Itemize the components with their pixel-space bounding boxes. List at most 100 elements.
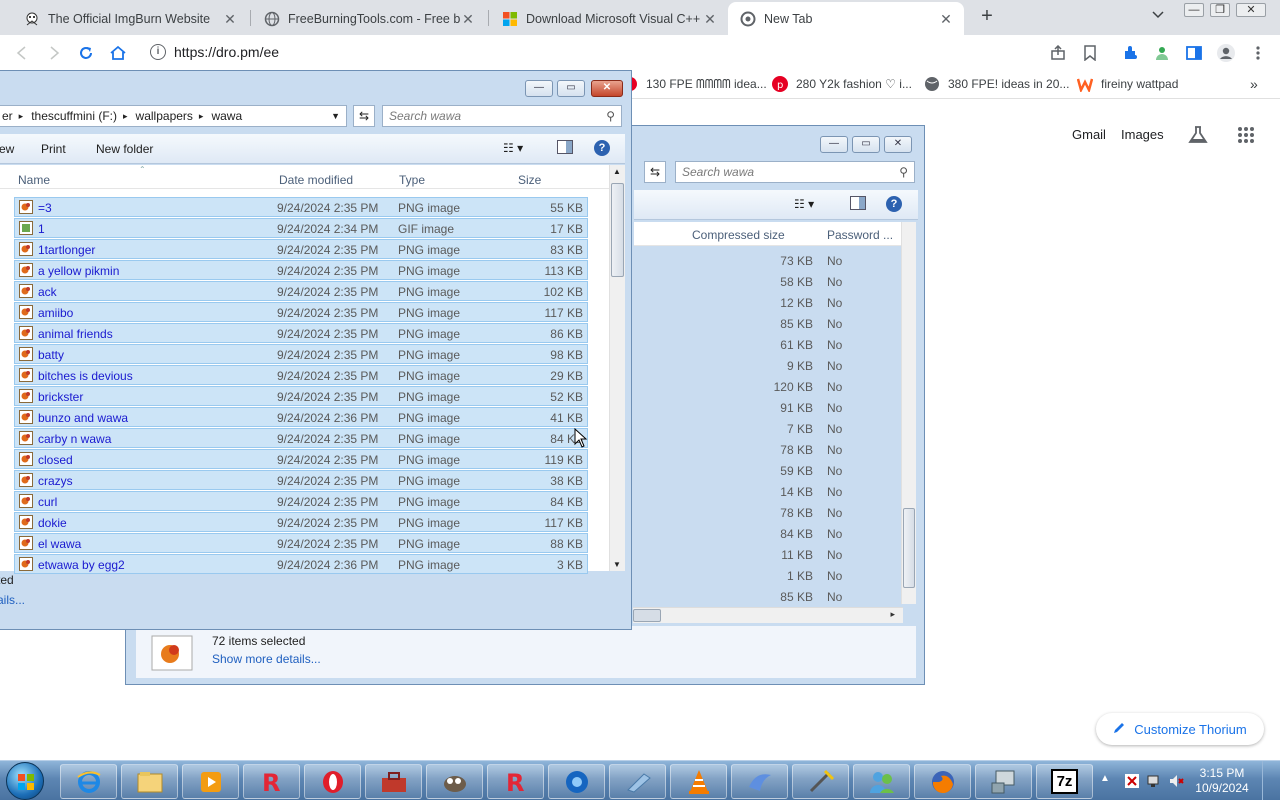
extensions-icon[interactable]	[1118, 41, 1142, 65]
compressed-row[interactable]: 78 KB No	[635, 439, 901, 459]
gmail-link[interactable]: Gmail	[1072, 127, 1106, 142]
file-row[interactable]: batty 9/24/2024 2:35 PM PNG image 98 KB	[14, 344, 588, 364]
restore-icon[interactable]: ❐	[1210, 3, 1230, 17]
column-compressed-size[interactable]: Compressed size	[692, 228, 785, 242]
compressed-row[interactable]: 58 KB No	[635, 271, 901, 291]
minimize-icon[interactable]: —	[1184, 3, 1204, 17]
compressed-row[interactable]: 78 KB No	[635, 502, 901, 522]
column-type[interactable]: Type	[399, 173, 425, 187]
apps-grid-icon[interactable]	[1237, 126, 1255, 147]
refresh-icon[interactable]: ⇆	[644, 161, 666, 183]
share-icon[interactable]	[1046, 41, 1070, 65]
taskbar-roblox-studio-button[interactable]: R	[487, 764, 544, 799]
close-icon[interactable]: ✕	[591, 80, 623, 97]
file-row[interactable]: bitches is devious 9/24/2024 2:35 PM PNG i…	[14, 365, 588, 385]
show-more-details-link[interactable]: Show more details...	[212, 652, 321, 666]
tab-visual-cpp[interactable]: Download Microsoft Visual C++ ✕	[490, 2, 728, 35]
taskbar-tool-button[interactable]	[792, 764, 849, 799]
compressed-row[interactable]: 14 KB No	[635, 481, 901, 501]
compressed-row[interactable]: 12 KB No	[635, 292, 901, 312]
refresh-icon[interactable]: ⇆	[353, 105, 375, 127]
address-bar[interactable]: https://dro.pm/ee	[174, 44, 279, 60]
bookmarks-overflow-icon[interactable]: »	[1250, 76, 1258, 92]
help-icon[interactable]: ?	[594, 140, 610, 156]
show-more-details-link[interactable]: ails...	[0, 593, 25, 607]
file-row[interactable]: curl 9/24/2024 2:35 PM PNG image 84 KB	[14, 491, 588, 511]
side-panel-icon[interactable]	[1182, 41, 1206, 65]
tab-search-chevron-icon[interactable]	[1152, 8, 1164, 22]
taskbar-firefox-button[interactable]	[914, 764, 971, 799]
file-row[interactable]: ack 9/24/2024 2:35 PM PNG image 102 KB	[14, 281, 588, 301]
search-input[interactable]: Search wawa ⚲	[382, 105, 622, 127]
file-row[interactable]: brickster 9/24/2024 2:35 PM PNG image 52 KB	[14, 386, 588, 406]
compressed-row[interactable]: 9 KB No	[635, 355, 901, 375]
compressed-row[interactable]: 73 KB No	[635, 250, 901, 270]
taskbar-device-manager-button[interactable]	[975, 764, 1032, 799]
volume-muted-icon[interactable]	[1168, 773, 1184, 789]
tab-close-icon[interactable]: ✕	[702, 11, 718, 27]
tray-expand-icon[interactable]: ▲	[1100, 773, 1110, 784]
labs-flask-icon[interactable]	[1188, 126, 1208, 147]
compressed-row[interactable]: 1 KB No	[635, 565, 901, 585]
tab-freeburningtools[interactable]: FreeBurningTools.com - Free bur ✕	[252, 2, 486, 35]
scroll-thumb[interactable]	[611, 183, 624, 277]
site-info-icon[interactable]: i	[150, 44, 166, 60]
tab-close-icon[interactable]: ✕	[460, 11, 476, 27]
taskbar-media-player-button[interactable]	[182, 764, 239, 799]
taskbar-notepad-button[interactable]	[609, 764, 666, 799]
profile-extension-icon[interactable]	[1150, 41, 1174, 65]
print-button[interactable]: Print	[41, 142, 66, 156]
taskbar-opera-button[interactable]	[304, 764, 361, 799]
file-row[interactable]: 1 9/24/2024 2:34 PM GIF image 17 KB	[14, 218, 588, 238]
search-input[interactable]: Search wawa ⚲	[675, 161, 915, 183]
file-row[interactable]: 1tartlonger 9/24/2024 2:35 PM PNG image 83 …	[14, 239, 588, 259]
compressed-row[interactable]: 84 KB No	[635, 523, 901, 543]
scroll-down-icon[interactable]: ▼	[613, 560, 621, 569]
maximize-icon[interactable]: ▭	[557, 80, 585, 97]
compressed-row[interactable]: 7 KB No	[635, 418, 901, 438]
compressed-row[interactable]: 11 KB No	[635, 544, 901, 564]
forward-icon[interactable]	[42, 41, 66, 65]
view-options-icon[interactable]: ☷ ▾	[503, 141, 523, 155]
compressed-row[interactable]: 91 KB No	[635, 397, 901, 417]
back-icon[interactable]	[10, 41, 34, 65]
column-size[interactable]: Size	[518, 173, 541, 187]
new-tab-button[interactable]: +	[976, 6, 998, 28]
file-row[interactable]: closed 9/24/2024 2:35 PM PNG image 119 KB	[14, 449, 588, 469]
taskbar-vlc-button[interactable]	[670, 764, 727, 799]
taskbar-file-explorer-button[interactable]	[121, 764, 178, 799]
maximize-icon[interactable]: ▭	[852, 136, 880, 153]
compressed-row[interactable]: 85 KB No	[635, 313, 901, 333]
close-icon[interactable]: ✕	[884, 136, 912, 153]
new-folder-button[interactable]: New folder	[96, 142, 153, 156]
taskbar-gimp-button[interactable]	[426, 764, 483, 799]
file-row[interactable]: carby n wawa 9/24/2024 2:35 PM PNG image 84…	[14, 428, 588, 448]
view-options-icon[interactable]: ☷ ▾	[794, 197, 814, 211]
breadcrumb[interactable]: er ▸ thescuffmini (F:) ▸ wallpapers ▸ wa…	[0, 105, 347, 127]
file-row[interactable]: el wawa 9/24/2024 2:35 PM PNG image 88 KB	[14, 533, 588, 553]
preview-pane-icon[interactable]	[557, 140, 573, 157]
file-row[interactable]: animal friends 9/24/2024 2:35 PM PNG image…	[14, 323, 588, 343]
tab-close-icon[interactable]: ✕	[222, 11, 238, 27]
system-clock[interactable]: 3:15 PM 10/9/2024	[1192, 766, 1252, 796]
home-icon[interactable]	[106, 41, 130, 65]
column-password[interactable]: Password ...	[827, 228, 893, 242]
reload-icon[interactable]	[74, 41, 98, 65]
column-date-modified[interactable]: Date modified	[279, 173, 353, 187]
security-alert-icon[interactable]	[1124, 773, 1140, 789]
bookmark-item[interactable]: p 280 Y2k fashion ♡ i...	[772, 76, 912, 92]
scroll-thumb[interactable]	[903, 508, 915, 588]
taskbar-roblox-button[interactable]: R	[243, 764, 300, 799]
tab-imgburn[interactable]: The Official ImgBurn Website ✕	[12, 2, 248, 35]
scroll-up-icon[interactable]: ▲	[613, 167, 621, 176]
menu-kebab-icon[interactable]	[1246, 41, 1270, 65]
file-row[interactable]: a yellow pikmin 9/24/2024 2:35 PM PNG imag…	[14, 260, 588, 280]
taskbar-toolbox-button[interactable]	[365, 764, 422, 799]
compressed-row[interactable]: 120 KB No	[635, 376, 901, 396]
customize-button[interactable]: Customize Thorium	[1096, 713, 1264, 745]
taskbar-bird-app-button[interactable]	[731, 764, 788, 799]
view-menu[interactable]: ew	[0, 142, 14, 156]
network-icon[interactable]	[1146, 773, 1162, 789]
tab-new-tab[interactable]: New Tab ✕	[728, 2, 964, 35]
images-link[interactable]: Images	[1121, 127, 1164, 142]
